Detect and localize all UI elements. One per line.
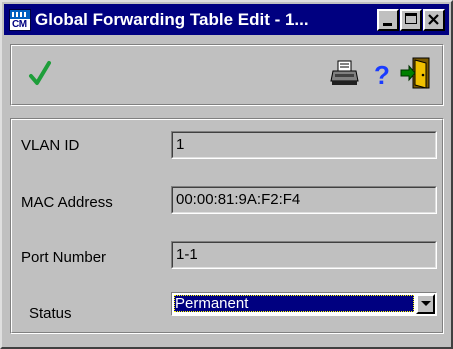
chevron-down-icon xyxy=(421,301,431,306)
status-select[interactable]: Permanent xyxy=(171,292,437,316)
app-icon[interactable]: CM xyxy=(9,8,31,31)
status-selected-value: Permanent xyxy=(174,295,414,312)
exit-icon xyxy=(400,57,430,89)
print-button[interactable] xyxy=(329,55,361,91)
printer-icon xyxy=(330,60,359,85)
minimize-icon xyxy=(383,22,392,26)
port-number-field[interactable]: 1-1 xyxy=(171,241,437,269)
status-label: Status xyxy=(29,305,72,322)
dialog-window: CM Global Forwarding Table Edit - 1... ?… xyxy=(0,0,453,349)
help-button[interactable]: ? xyxy=(365,55,397,91)
form-panel: VLAN ID 1 MAC Address 00:00:81:9A:F2:F4 … xyxy=(10,118,444,334)
vlan-id-label: VLAN ID xyxy=(21,137,80,154)
port-number-value: 1-1 xyxy=(172,242,436,268)
window-title: Global Forwarding Table Edit - 1... xyxy=(35,9,309,29)
minimize-button[interactable] xyxy=(377,8,399,31)
mac-address-value: 00:00:81:9A:F2:F4 xyxy=(172,187,436,213)
apply-button[interactable] xyxy=(25,55,57,91)
exit-button[interactable] xyxy=(399,55,431,91)
app-icon-text: CM xyxy=(12,18,27,30)
checkmark-icon xyxy=(29,61,51,85)
mac-address-field[interactable]: 00:00:81:9A:F2:F4 xyxy=(171,186,437,214)
port-number-label: Port Number xyxy=(21,249,107,266)
maximize-icon xyxy=(405,12,417,24)
title-bar[interactable]: CM Global Forwarding Table Edit - 1... xyxy=(4,4,449,35)
toolbar: ? xyxy=(10,44,444,106)
close-icon xyxy=(428,13,439,25)
maximize-button[interactable] xyxy=(400,8,422,31)
vlan-id-field[interactable]: 1 xyxy=(171,131,437,159)
help-glyph: ? xyxy=(374,60,390,90)
mac-address-label: MAC Address xyxy=(21,194,113,211)
status-dropdown-button[interactable] xyxy=(416,294,435,314)
help-icon: ? xyxy=(374,60,390,90)
vlan-id-value: 1 xyxy=(172,132,436,158)
close-button[interactable] xyxy=(423,8,445,31)
